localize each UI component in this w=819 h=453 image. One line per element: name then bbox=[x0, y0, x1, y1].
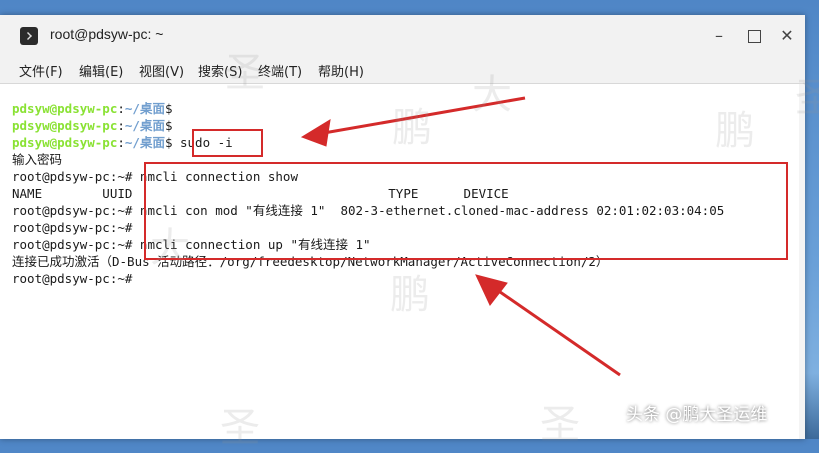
arrow-head-top bbox=[300, 119, 331, 147]
watermark-char: 圣 bbox=[220, 405, 260, 451]
watermark-char: 鹏 bbox=[392, 105, 432, 151]
watermark-char: 圣 bbox=[540, 402, 580, 448]
watermark-char: 大 bbox=[150, 225, 190, 271]
watermark-char: 大 bbox=[472, 72, 512, 118]
arrow-line-bottom bbox=[489, 283, 621, 377]
watermark-char: 圣 bbox=[795, 75, 819, 121]
watermark-char: 圣 bbox=[225, 50, 265, 96]
footer-watermark: 头条 @鹏大圣运维 bbox=[626, 405, 768, 425]
watermark-char: 鹏 bbox=[715, 108, 755, 154]
watermark-char: 鹏 bbox=[390, 272, 430, 318]
annotation-arrows bbox=[300, 96, 621, 377]
arrow-head-bottom bbox=[475, 274, 508, 306]
